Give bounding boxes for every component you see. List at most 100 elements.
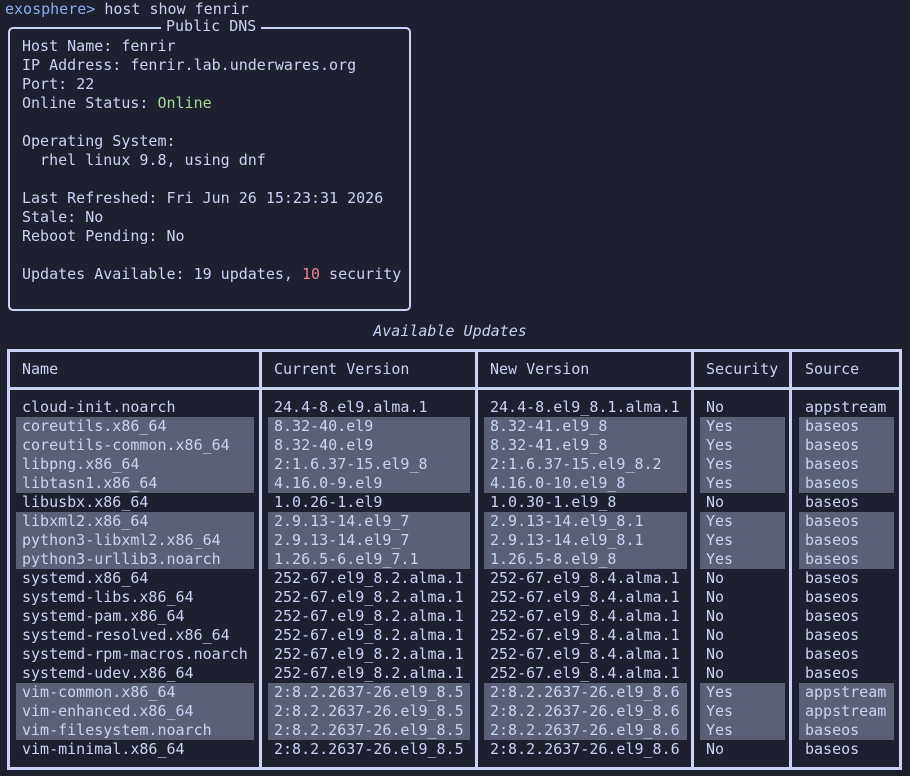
table-cell-name: cloud-init.noarch bbox=[22, 398, 176, 416]
table-cell-current: 2:1.6.37-15.el9_8 bbox=[274, 455, 428, 473]
reboot-line: Reboot Pending: No bbox=[22, 227, 185, 246]
table-cell-new: 252-67.el9_8.4.alma.1 bbox=[490, 588, 680, 606]
table-cell-name: vim-minimal.x86_64 bbox=[22, 740, 185, 758]
table-cell-name: systemd-resolved.x86_64 bbox=[22, 626, 230, 644]
table-cell-current: 1.26.5-6.el9_7.1 bbox=[274, 550, 419, 568]
table-cell-security: Yes bbox=[706, 474, 734, 492]
host-name-line: Host Name: fenrir bbox=[22, 37, 176, 56]
refreshed-label: Last Refreshed: bbox=[22, 189, 167, 207]
table-cell-source: appstream bbox=[805, 398, 887, 416]
table-cell-source: baseos bbox=[805, 531, 860, 549]
table-cell-current: 252-67.el9_8.2.alma.1 bbox=[274, 569, 464, 587]
shell-prompt: exosphere> bbox=[5, 0, 96, 18]
table-cell-name: libpng.x86_64 bbox=[22, 455, 140, 473]
table-cell-security: Yes bbox=[706, 436, 734, 454]
table-cell-current: 2:8.2.2637-26.el9_8.5 bbox=[274, 721, 464, 739]
table-cell-current: 2:8.2.2637-26.el9_8.5 bbox=[274, 740, 464, 758]
os-value: rhel linux 9.8, using dnf bbox=[22, 151, 266, 169]
table-cell-current: 24.4-8.el9.alma.1 bbox=[274, 398, 428, 416]
table-cell-source: appstream bbox=[805, 702, 887, 720]
port-line: Port: 22 bbox=[22, 75, 94, 94]
table-cell-new: 252-67.el9_8.4.alma.1 bbox=[490, 626, 680, 644]
table-cell-security: Yes bbox=[706, 455, 734, 473]
stale-line: Stale: No bbox=[22, 208, 103, 227]
column-header-name[interactable]: Name bbox=[22, 360, 58, 379]
table-cell-new: 2:8.2.2637-26.el9_8.6 bbox=[490, 702, 680, 720]
host-name-value: fenrir bbox=[121, 37, 176, 55]
column-header-source[interactable]: Source bbox=[805, 360, 859, 379]
table-cell-name: systemd-udev.x86_64 bbox=[22, 664, 194, 682]
table-cell-current: 2.9.13-14.el9_7 bbox=[274, 531, 410, 549]
table-cell-security: Yes bbox=[706, 702, 734, 720]
host-name-label: Host Name: bbox=[22, 37, 122, 55]
table-cell-name: vim-filesystem.noarch bbox=[22, 721, 212, 739]
table-cell-source: baseos bbox=[805, 417, 860, 435]
table-cell-source: baseos bbox=[805, 607, 860, 625]
stale-label: Stale: bbox=[22, 208, 86, 226]
updates-line: Updates Available: 19 updates, 10 securi… bbox=[22, 265, 401, 284]
refreshed-line: Last Refreshed: Fri Jun 26 15:23:31 2026 bbox=[22, 189, 383, 208]
table-cell-current: 8.32-40.el9 bbox=[274, 436, 374, 454]
table-cell-source: baseos bbox=[805, 550, 860, 568]
table-cell-name: systemd-rpm-macros.noarch bbox=[22, 645, 248, 663]
port-label: Port: bbox=[22, 75, 77, 93]
column-separator bbox=[475, 349, 478, 770]
refreshed-value: Fri Jun 26 15:23:31 2026 bbox=[166, 189, 384, 207]
table-cell-security: No bbox=[706, 626, 725, 644]
table-cell-new: 1.26.5-8.el9_8 bbox=[490, 550, 617, 568]
table-cell-new: 8.32-41.el9_8 bbox=[490, 436, 608, 454]
table-cell-current: 252-67.el9_8.2.alma.1 bbox=[274, 607, 464, 625]
table-cell-security: No bbox=[706, 645, 725, 663]
table-cell-name: libxml2.x86_64 bbox=[22, 512, 149, 530]
table-cell-new: 1.0.30-1.el9_8 bbox=[490, 493, 617, 511]
table-cell-name: libusbx.x86_64 bbox=[22, 493, 149, 511]
column-header-security[interactable]: Security bbox=[706, 360, 778, 379]
table-cell-name: vim-enhanced.x86_64 bbox=[22, 702, 194, 720]
table-cell-security: No bbox=[706, 398, 725, 416]
table-cell-security: Yes bbox=[706, 417, 734, 435]
table-cell-source: baseos bbox=[805, 721, 860, 739]
table-cell-security: No bbox=[706, 588, 725, 606]
table-cell-new: 2:1.6.37-15.el9_8.2 bbox=[490, 455, 662, 473]
table-cell-name: systemd-pam.x86_64 bbox=[22, 607, 185, 625]
stale-value: No bbox=[85, 208, 104, 226]
table-cell-security: Yes bbox=[706, 531, 734, 549]
column-header-new-version[interactable]: New Version bbox=[490, 360, 589, 379]
port-value: 22 bbox=[76, 75, 95, 93]
table-cell-source: baseos bbox=[805, 455, 860, 473]
updates-count: 19 updates, bbox=[193, 265, 302, 283]
table-cell-new: 2:8.2.2637-26.el9_8.6 bbox=[490, 683, 680, 701]
table-cell-source: appstream bbox=[805, 683, 887, 701]
status-label: Online Status: bbox=[22, 94, 158, 112]
column-header-current-version[interactable]: Current Version bbox=[274, 360, 409, 379]
table-cell-current: 252-67.el9_8.2.alma.1 bbox=[274, 645, 464, 663]
table-cell-security: No bbox=[706, 664, 725, 682]
table-cell-name: libtasn1.x86_64 bbox=[22, 474, 158, 492]
os-label: Operating System: bbox=[22, 132, 176, 150]
table-cell-source: baseos bbox=[805, 645, 860, 663]
header-separator bbox=[7, 387, 902, 390]
table-cell-current: 2.9.13-14.el9_7 bbox=[274, 512, 410, 530]
ip-line: IP Address: fenrir.lab.underwares.org bbox=[22, 56, 356, 75]
table-cell-new: 252-67.el9_8.4.alma.1 bbox=[490, 569, 680, 587]
table-cell-source: baseos bbox=[805, 474, 860, 492]
table-cell-security: No bbox=[706, 607, 725, 625]
table-cell-source: baseos bbox=[805, 664, 860, 682]
table-cell-current: 252-67.el9_8.2.alma.1 bbox=[274, 626, 464, 644]
table-cell-security: Yes bbox=[706, 683, 734, 701]
security-count: 10 bbox=[301, 265, 321, 283]
ip-value: fenrir.lab.underwares.org bbox=[130, 56, 357, 74]
table-cell-source: baseos bbox=[805, 436, 860, 454]
reboot-label: Reboot Pending: bbox=[22, 227, 167, 245]
table-cell-name: systemd.x86_64 bbox=[22, 569, 149, 587]
table-cell-name: coreutils-common.x86_64 bbox=[22, 436, 230, 454]
table-cell-current: 252-67.el9_8.2.alma.1 bbox=[274, 588, 464, 606]
updates-label: Updates Available: bbox=[22, 265, 194, 283]
table-cell-name: python3-libxml2.x86_64 bbox=[22, 531, 221, 549]
table-cell-current: 252-67.el9_8.2.alma.1 bbox=[274, 664, 464, 682]
panel-title: Public DNS bbox=[161, 17, 262, 36]
ip-label: IP Address: bbox=[22, 56, 131, 74]
table-cell-security: Yes bbox=[706, 512, 734, 530]
table-cell-current: 1.0.26-1.el9 bbox=[274, 493, 383, 511]
table-cell-new: 2:8.2.2637-26.el9_8.6 bbox=[490, 721, 680, 739]
